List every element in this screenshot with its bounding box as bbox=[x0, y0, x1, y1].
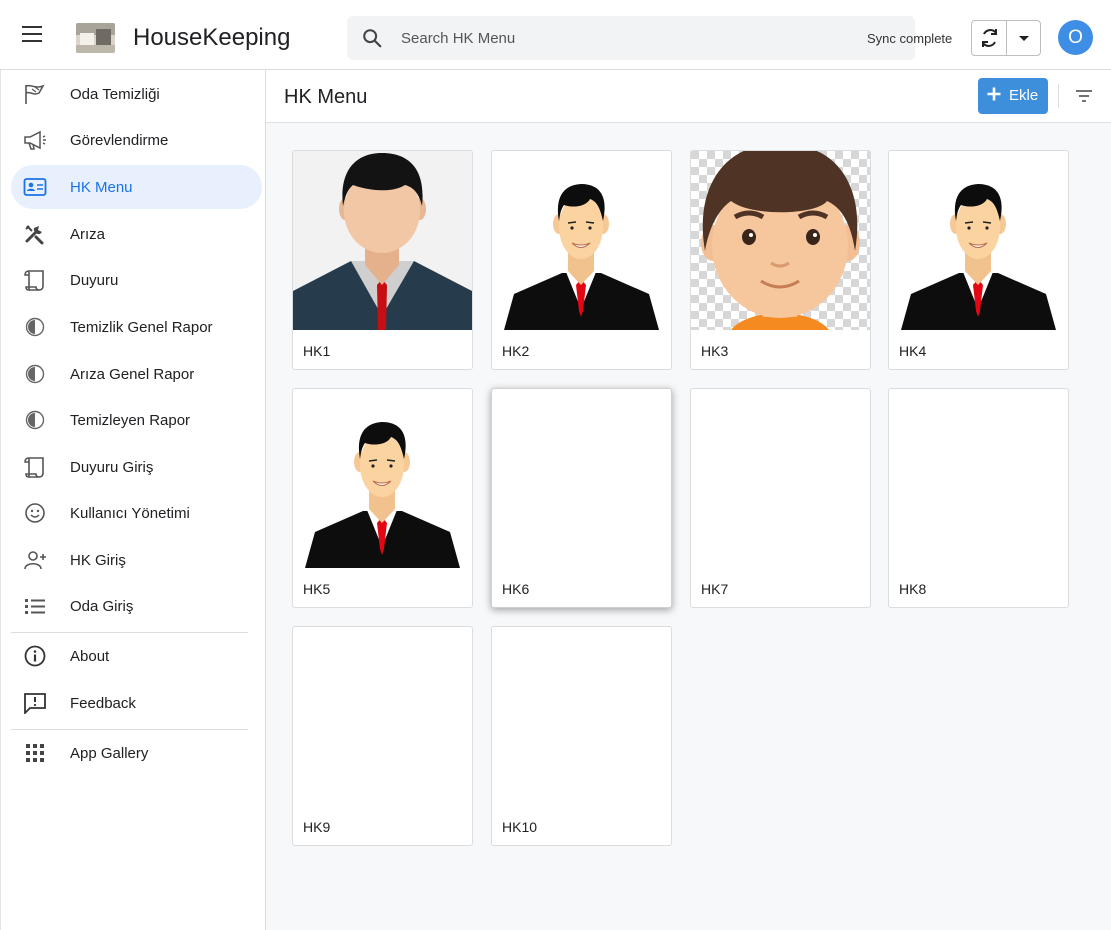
header-divider bbox=[1058, 84, 1059, 108]
megaphone-icon bbox=[24, 130, 46, 150]
hk-card-label: HK8 bbox=[899, 581, 927, 597]
page-title: HK Menu bbox=[284, 86, 368, 108]
hk-card-label: HK5 bbox=[303, 581, 331, 597]
hk-card[interactable]: HK7 bbox=[690, 388, 871, 608]
sidebar-item-duyuru-giris[interactable]: Duyuru Giriş bbox=[11, 445, 262, 489]
hk-card[interactable]: HK2 bbox=[491, 150, 672, 370]
caret-down-icon bbox=[1019, 36, 1029, 41]
hk-photo bbox=[293, 151, 472, 330]
app-title: HouseKeeping bbox=[133, 24, 291, 51]
sidebar-item-label: Oda Giriş bbox=[70, 598, 134, 615]
sidebar-item-label: Temizleyen Rapor bbox=[70, 412, 191, 429]
hk-card[interactable]: HK1 bbox=[292, 150, 473, 370]
hk-card-label: HK3 bbox=[701, 343, 729, 359]
sidebar-item-label: Feedback bbox=[70, 695, 136, 712]
sync-dropdown-button[interactable] bbox=[1007, 21, 1041, 55]
sync-button[interactable] bbox=[972, 21, 1007, 55]
sidebar-item-label: Duyuru bbox=[70, 272, 119, 289]
report-circle-icon bbox=[25, 410, 45, 430]
sidebar-item-label: Arıza bbox=[70, 226, 106, 243]
add-button-label: Ekle bbox=[1009, 87, 1039, 104]
sidebar-item-label: App Gallery bbox=[70, 745, 149, 762]
tools-icon bbox=[25, 225, 44, 245]
menu-icon[interactable] bbox=[20, 26, 46, 46]
sidebar-item-duyuru[interactable]: Duyuru bbox=[11, 258, 262, 302]
hk-card-label: HK7 bbox=[701, 581, 729, 597]
sidebar-item-ariza[interactable]: Arıza bbox=[11, 212, 262, 256]
sidebar-item-label: Duyuru Giriş bbox=[70, 459, 154, 476]
filter-icon bbox=[1076, 90, 1092, 102]
filter-button[interactable] bbox=[1073, 86, 1095, 106]
sidebar-item-label: HK Giriş bbox=[70, 552, 126, 569]
list-icon bbox=[25, 599, 45, 614]
grid-icon bbox=[26, 744, 44, 762]
hk-card[interactable]: HK9 bbox=[292, 626, 473, 846]
plus-icon bbox=[987, 87, 1001, 101]
sidebar-item-app-gallery[interactable]: App Gallery bbox=[11, 731, 262, 775]
contact-card-icon bbox=[23, 178, 47, 196]
hk-card-label: HK9 bbox=[303, 819, 331, 835]
sidebar-item-label: About bbox=[70, 648, 110, 665]
sidebar-item-temizlik-genel-rapor[interactable]: Temizlik Genel Rapor bbox=[11, 305, 262, 349]
app-header: HouseKeeping Sync complete O bbox=[0, 0, 1111, 70]
hk-card-label: HK10 bbox=[502, 819, 538, 835]
sidebar: Oda Temizliği Görevlendirme HK Menu Arız… bbox=[0, 70, 266, 930]
hk-card[interactable]: HK6 bbox=[491, 388, 672, 608]
add-person-icon bbox=[24, 551, 46, 570]
report-circle-icon bbox=[25, 317, 45, 337]
hk-card[interactable]: HK5 bbox=[292, 388, 473, 608]
sidebar-item-label: Görevlendirme bbox=[70, 132, 169, 149]
sidebar-item-label: Arıza Genel Rapor bbox=[70, 366, 195, 383]
hk-card-label: HK2 bbox=[502, 343, 530, 359]
hk-card[interactable]: HK4 bbox=[888, 150, 1069, 370]
flag-icon bbox=[25, 84, 45, 104]
sidebar-item-label: HK Menu bbox=[70, 179, 133, 196]
sidebar-item-kullanici-yonetimi[interactable]: Kullanıcı Yönetimi bbox=[11, 491, 262, 535]
hk-photo bbox=[889, 151, 1068, 330]
hk-card[interactable]: HK3 bbox=[690, 150, 871, 370]
feedback-icon bbox=[24, 693, 46, 714]
sidebar-item-hk-menu[interactable]: HK Menu bbox=[11, 165, 262, 209]
sync-button-group bbox=[971, 20, 1041, 56]
sidebar-item-about[interactable]: About bbox=[11, 634, 262, 678]
add-button[interactable]: Ekle bbox=[978, 78, 1048, 114]
sidebar-item-ariza-genel-rapor[interactable]: Arıza Genel Rapor bbox=[11, 352, 262, 396]
hk-card[interactable]: HK8 bbox=[888, 388, 1069, 608]
info-icon bbox=[24, 645, 46, 667]
search-input[interactable] bbox=[401, 28, 801, 48]
smiley-icon bbox=[25, 503, 45, 523]
search-icon bbox=[363, 29, 382, 48]
page-header: HK Menu Ekle bbox=[266, 70, 1111, 123]
search-bar[interactable]: Sync complete bbox=[347, 16, 952, 60]
sidebar-item-feedback[interactable]: Feedback bbox=[11, 681, 262, 725]
sidebar-item-gorevlendirme[interactable]: Görevlendirme bbox=[11, 118, 262, 162]
hk-photo bbox=[293, 389, 472, 568]
hk-card-label: HK6 bbox=[502, 581, 530, 597]
hk-card-label: HK4 bbox=[899, 343, 927, 359]
sidebar-item-oda-giris[interactable]: Oda Giriş bbox=[11, 584, 262, 628]
hk-card[interactable]: HK10 bbox=[491, 626, 672, 846]
sync-icon bbox=[982, 29, 997, 47]
app-logo bbox=[76, 23, 115, 53]
hk-photo bbox=[492, 151, 671, 330]
scroll-icon bbox=[24, 270, 44, 291]
sidebar-item-oda-temizligi[interactable]: Oda Temizliği bbox=[11, 72, 262, 116]
scroll-icon bbox=[24, 457, 44, 478]
hk-photo bbox=[691, 151, 870, 330]
sidebar-divider bbox=[11, 729, 248, 730]
hk-card-label: HK1 bbox=[303, 343, 331, 359]
sidebar-item-label: Oda Temizliği bbox=[70, 86, 160, 103]
sidebar-item-hk-giris[interactable]: HK Giriş bbox=[11, 538, 262, 582]
sidebar-item-label: Temizlik Genel Rapor bbox=[70, 319, 213, 336]
report-circle-icon bbox=[25, 364, 45, 384]
sidebar-divider bbox=[11, 632, 248, 633]
user-avatar[interactable]: O bbox=[1058, 20, 1093, 55]
sidebar-item-temizleyen-rapor[interactable]: Temizleyen Rapor bbox=[11, 398, 262, 442]
sync-status: Sync complete bbox=[867, 31, 953, 46]
sidebar-item-label: Kullanıcı Yönetimi bbox=[70, 505, 190, 522]
